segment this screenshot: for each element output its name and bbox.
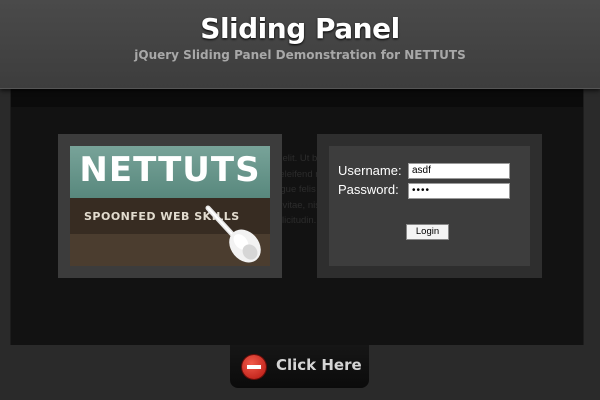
password-label: Password: <box>338 182 399 197</box>
login-form-box: Username: asdf Password: •••• Login <box>317 134 542 278</box>
password-field[interactable]: •••• <box>408 183 510 199</box>
username-label: Username: <box>338 163 402 178</box>
logo-box: NETTUTS SPOONFED WEB SKILLS <box>58 134 282 278</box>
stop-icon <box>242 355 266 379</box>
click-here-label: Click Here <box>276 356 362 374</box>
nettuts-logo: NETTUTS SPOONFED WEB SKILLS <box>70 146 270 266</box>
username-field[interactable]: asdf <box>408 163 510 179</box>
spoon-icon <box>205 205 261 263</box>
click-here-tab[interactable]: Click Here <box>230 345 369 388</box>
page-header: Sliding Panel jQuery Sliding Panel Demon… <box>0 0 600 89</box>
page-subtitle: jQuery Sliding Panel Demonstration for N… <box>134 48 466 62</box>
login-button[interactable]: Login <box>406 224 449 240</box>
page-title: Sliding Panel <box>200 12 400 45</box>
login-form: Username: asdf Password: •••• Login <box>329 146 530 266</box>
panel-top-shade <box>11 89 583 107</box>
